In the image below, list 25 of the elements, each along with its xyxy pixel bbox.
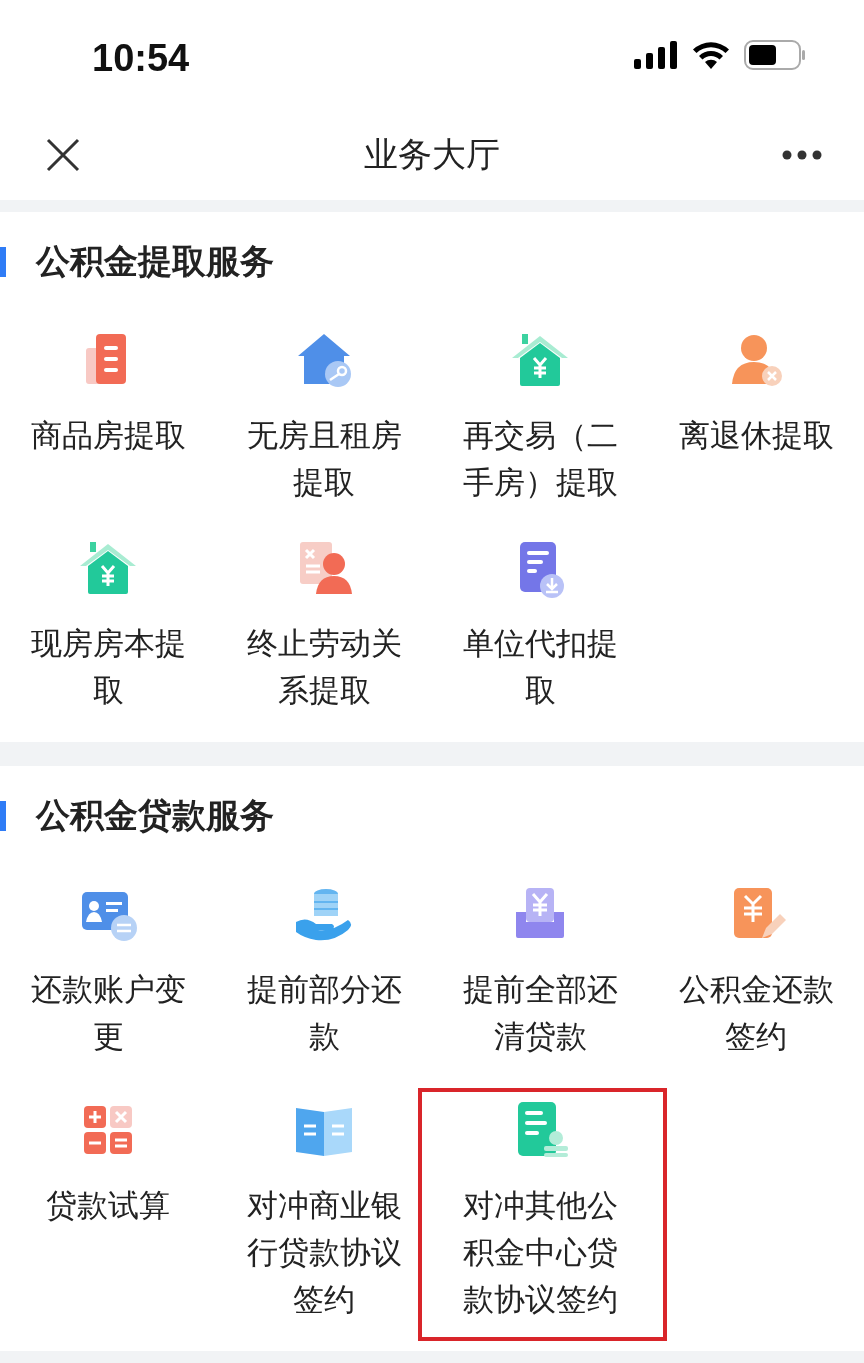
service-label[interactable]: 提前全部还清贷款 xyxy=(455,966,625,1060)
service-label[interactable]: 商品房提取 xyxy=(23,412,193,459)
service-label[interactable]: 再交易（二手房）提取 xyxy=(455,412,625,506)
service-label[interactable]: 离退休提取 xyxy=(671,412,841,459)
service-label[interactable]: 单位代扣提取 xyxy=(455,620,625,714)
service-label[interactable]: 提前部分还款 xyxy=(239,966,409,1060)
section-marker xyxy=(0,247,6,277)
section-title: 公积金提取服务 xyxy=(36,240,274,283)
section-title: 公积金贷款服务 xyxy=(36,794,274,837)
service-label[interactable]: 公积金还款签约 xyxy=(671,966,841,1060)
service-label[interactable]: 现房房本提取 xyxy=(23,620,193,714)
section-marker xyxy=(0,801,6,831)
service-label[interactable]: 终止劳动关系提取 xyxy=(239,620,409,714)
battery-icon xyxy=(744,40,806,70)
status-time: 10:54 xyxy=(92,35,190,80)
service-label[interactable]: 贷款试算 xyxy=(23,1182,193,1229)
service-label[interactable]: 对冲商业银行贷款协议签约 xyxy=(239,1182,409,1323)
wifi-icon xyxy=(692,41,730,69)
service-label[interactable]: 对冲其他公积金中心贷款协议签约 xyxy=(455,1182,625,1323)
close-icon[interactable] xyxy=(46,138,80,172)
service-label[interactable]: 无房且租房提取 xyxy=(239,412,409,506)
service-label[interactable]: 还款账户变更 xyxy=(23,966,193,1060)
more-icon[interactable] xyxy=(782,150,822,160)
signal-icon xyxy=(634,41,678,69)
page-title: 业务大厅 xyxy=(364,133,500,176)
